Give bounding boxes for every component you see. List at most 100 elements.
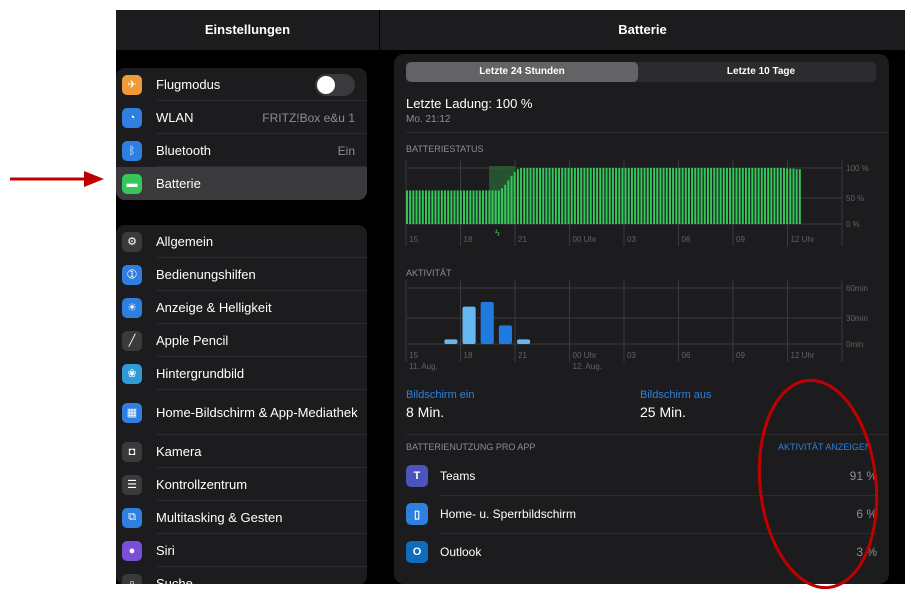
tab-last-10-days[interactable]: Letzte 10 Tage: [646, 62, 876, 82]
search-icon: ⌕: [122, 573, 142, 584]
battery-bar: [608, 168, 611, 224]
sidebar-header: Einstellungen: [116, 10, 379, 50]
battery-bar: [425, 190, 427, 224]
battery-bar: [779, 168, 782, 224]
battery-bar: [478, 190, 481, 224]
battery-bar: [409, 190, 412, 224]
battery-bar: [567, 168, 570, 224]
tab-last-24-hours[interactable]: Letzte 24 Stunden: [406, 62, 638, 82]
screen-on-label: Bildschirm ein: [406, 389, 475, 401]
battery-bar: [694, 168, 697, 224]
sidebar-item-label: Apple Pencil: [156, 333, 229, 348]
sidebar-item-anzeige-helligkeit[interactable]: ☀ Anzeige & Helligkeit: [116, 291, 367, 324]
battery-bar: [504, 184, 507, 224]
sidebar-item-batterie[interactable]: ▬ Batterie: [116, 167, 367, 200]
sidebar-item-allgemein[interactable]: ⚙ Allgemein: [116, 225, 367, 258]
battery-bar: [520, 168, 523, 224]
battery-bar: [770, 168, 773, 224]
sidebar-item-apple-pencil[interactable]: ╱ Apple Pencil: [116, 324, 367, 357]
pencil-icon: ╱: [122, 330, 142, 351]
battery-bar: [535, 168, 538, 224]
sidebar-item-wlan[interactable]: ◔ WLAN FRITZ!Box e&u 1: [116, 101, 367, 134]
battery-bar: [551, 168, 554, 224]
battery-bar: [501, 188, 504, 224]
battery-bar: [418, 190, 421, 224]
divider: [406, 132, 889, 133]
sidebar-item-kamera[interactable]: ◘ Kamera: [116, 435, 367, 468]
battery-bar: [738, 168, 741, 224]
battery-bar: [453, 190, 456, 224]
usage-per-app-label: BATTERIENUTZUNG PRO APP: [406, 442, 536, 452]
accessibility-icon: ➀: [122, 264, 142, 285]
battery-bar: [596, 168, 599, 224]
x-tick-label: 00 Uhr: [573, 235, 597, 244]
sidebar-item-bedienungshilfen[interactable]: ➀ Bedienungshilfen: [116, 258, 367, 291]
battery-bar: [786, 168, 789, 224]
screen-off-value: 25 Min.: [640, 404, 686, 420]
sidebar-item-bluetooth[interactable]: ᛒ Bluetooth Ein: [116, 134, 367, 167]
y-tick-label: 50 %: [846, 194, 864, 203]
battery-bar: [684, 168, 687, 224]
x-tick-label: 09: [736, 235, 745, 244]
battery-bar: [412, 190, 415, 224]
battery-bar: [459, 190, 462, 224]
y-tick-label: 100 %: [846, 164, 869, 173]
battery-bar: [602, 168, 605, 224]
battery-bar: [672, 168, 675, 224]
battery-bar: [580, 168, 583, 224]
battery-bar: [656, 168, 659, 224]
sidebar-item-multitasking-gesten[interactable]: ⧉ Multitasking & Gesten: [116, 501, 367, 534]
sidebar-item-hintergrundbild[interactable]: ❀ Hintergrundbild: [116, 357, 367, 390]
battery-bar: [798, 169, 801, 224]
sidebar-item-label: Kamera: [156, 444, 202, 459]
battery-bar: [494, 190, 497, 224]
battery-bar: [754, 168, 757, 224]
wifi-icon: ◔: [122, 107, 142, 128]
airplane-mode-toggle[interactable]: [315, 73, 355, 96]
battery-bar: [710, 168, 713, 224]
last-charge-time: Mo. 21:12: [406, 114, 451, 125]
charging-bolt-icon: ϟ: [495, 228, 500, 238]
battery-bar: [732, 168, 735, 224]
battery-bar: [599, 168, 602, 224]
y-tick-label: 0 %: [846, 220, 860, 229]
screen-on-value: 8 Min.: [406, 404, 445, 420]
y-tick-label: 30min: [846, 314, 868, 323]
battery-bar: [646, 168, 649, 224]
activity-bar: [498, 325, 512, 344]
x-tick-label: 15: [409, 235, 418, 244]
sidebar-item-label: Allgemein: [156, 234, 214, 249]
battery-bar: [463, 190, 465, 224]
sidebar-item-flugmodus[interactable]: ✈ Flugmodus: [116, 68, 367, 101]
sidebar-title: Einstellungen: [204, 22, 291, 37]
annotation-arrow: [10, 171, 104, 187]
sidebar-item-label: WLAN: [156, 110, 194, 125]
camera-icon: ◘: [122, 441, 142, 462]
sidebar-item-home-bildschirm-app-mediathek[interactable]: ▦ Home-Bildschirm & App-Mediathek: [116, 390, 367, 435]
battery-bar: [795, 169, 798, 224]
sidebar-item-label: Batterie: [156, 176, 201, 191]
battery-bar: [545, 168, 548, 224]
sidebar-item-label: Kontrollzentrum: [156, 477, 248, 492]
battery-bar: [722, 168, 725, 224]
brightness-icon: ☀: [122, 297, 142, 318]
battery-bar: [542, 168, 545, 224]
battery-bar: [507, 180, 510, 224]
x-tick-label: 06: [682, 235, 691, 244]
sidebar-item-label: Flugmodus: [156, 77, 221, 92]
battery-bar: [586, 168, 589, 224]
battery-bar: [472, 190, 475, 224]
sidebar-item-value: FRITZ!Box e&u 1: [262, 110, 355, 125]
sidebar-item-suche[interactable]: ⌕ Suche: [116, 567, 367, 584]
battery-bar: [475, 190, 478, 224]
battery-bar: [510, 175, 513, 224]
battery-icon: ▬: [122, 173, 142, 194]
battery-bar: [605, 168, 608, 224]
battery-bar: [564, 168, 567, 224]
x-tick-label: 18: [464, 351, 473, 360]
y-tick-label: 60min: [846, 284, 868, 293]
sidebar-item-kontrollzentrum[interactable]: ☰ Kontrollzentrum: [116, 468, 367, 501]
battery-bar: [447, 190, 450, 224]
sidebar-item-siri[interactable]: ● Siri: [116, 534, 367, 567]
battery-bar: [516, 169, 519, 224]
